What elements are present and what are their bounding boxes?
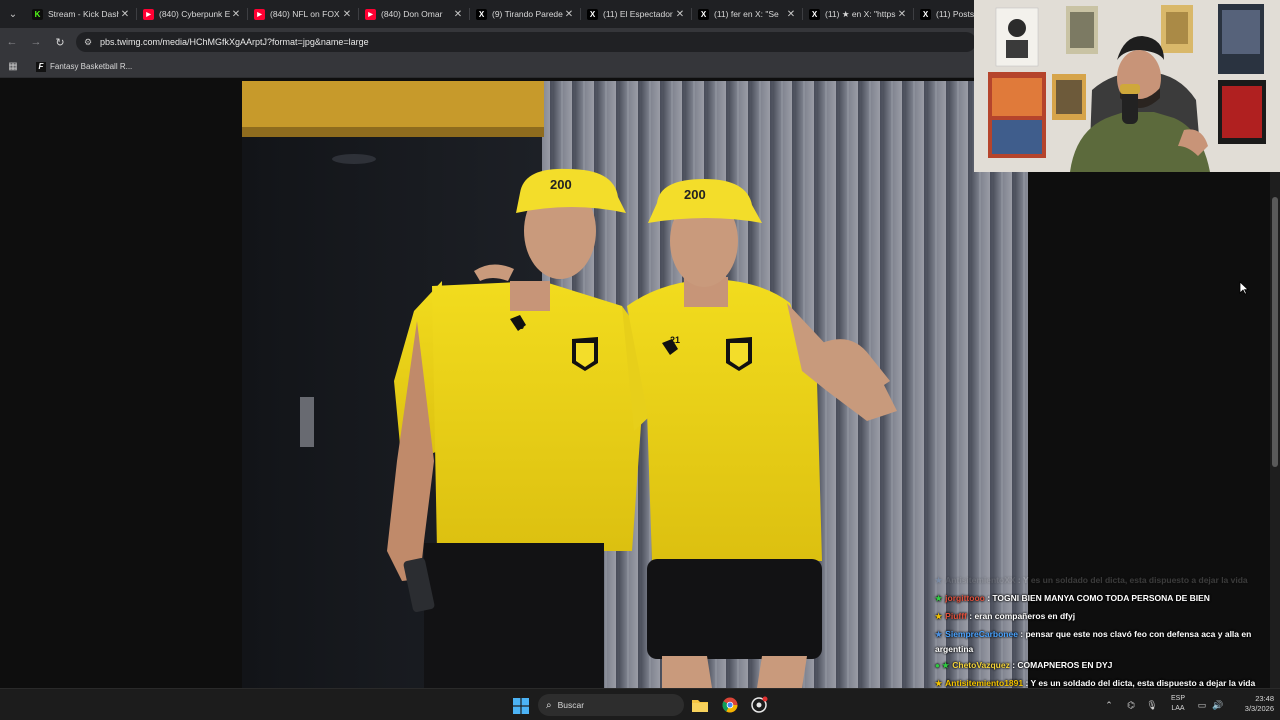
chat-badge-icon: ★ (935, 611, 943, 621)
keyboard-language[interactable]: ESP LAA (1166, 694, 1190, 714)
tab-5[interactable]: X (11) El Espectador ✕ (581, 0, 692, 28)
tab-close-icon[interactable]: ✕ (119, 9, 131, 20)
chat-message: ★ AntisitemientoXX : Y es un soldado del … (935, 575, 1248, 585)
tab-4[interactable]: X (9) Tirando Paredes ✕ (470, 0, 581, 28)
tab-close-icon[interactable]: ✕ (452, 9, 464, 20)
clock-time: 23:48 (1255, 694, 1274, 703)
apps-grid-icon[interactable]: ▦ (0, 56, 26, 78)
chat-message: ★ SiempreCarbonee : pensar que este nos c… (935, 629, 1252, 655)
tab-close-icon[interactable]: ✕ (230, 9, 242, 20)
mouse-cursor-icon (1239, 281, 1249, 295)
tab-title: (9) Tirando Paredes (492, 9, 563, 19)
tab-close-icon[interactable]: ✕ (563, 9, 575, 20)
taskbar-search-box[interactable]: ⌕ Buscar (538, 694, 684, 716)
windows-start-icon[interactable] (513, 698, 529, 714)
tab-3[interactable]: ▶ (840) Don Omar ✕ (359, 0, 470, 28)
tab-search-icon[interactable]: ⌄ (0, 0, 26, 28)
display-icon[interactable]: ▭ (1195, 693, 1209, 717)
tab-title: (840) Don Omar (381, 9, 443, 19)
chat-text: TOGNI BIEN MANYA COMO TODA PERSONA DE BI… (992, 592, 1210, 603)
bookmark-f-icon: F (36, 61, 46, 72)
chat-username: Antisitemiento1891 (945, 678, 1024, 689)
chat-username: ChetoVazquez (952, 660, 1010, 671)
jersey-number-left: 6 (519, 321, 524, 331)
tab-title: (840) Cyberpunk Edgerunners (159, 9, 230, 19)
tab-title: (11) El Espectador (603, 9, 673, 19)
tab-title: (840) NFL on FOX (270, 9, 340, 19)
kick-icon: K (32, 8, 43, 20)
tray-chevron-icon[interactable]: ⌃ (1102, 693, 1116, 717)
network-icon[interactable]: ⌬ (1124, 693, 1138, 717)
webcam-overlay (974, 0, 1280, 172)
tab-close-icon[interactable]: ✕ (341, 9, 353, 20)
volume-icon[interactable]: 🔊 (1211, 693, 1225, 717)
tab-title: Stream - Kick Dash (48, 9, 119, 19)
chat-username: SiempreCarbonee (945, 629, 1018, 640)
bookmark-fantasy-basketball[interactable]: F Fantasy Basketball R... (36, 61, 133, 72)
chat-text: COMAPNEROS EN DYJ (1017, 660, 1113, 671)
tab-title: (11) fer en X: "Se (714, 9, 779, 19)
scrollbar-thumb[interactable] (1272, 197, 1278, 467)
chat-text: Y es un soldado del dicta, esta dispuest… (1030, 678, 1256, 689)
chat-text: eran compañeros en dfyj (974, 610, 1076, 621)
chat-username: jorgittooo (945, 592, 985, 603)
tab-2[interactable]: ▶ (840) NFL on FOX ✕ (248, 0, 359, 28)
tab-7[interactable]: X (11) ★ en X: "https ✕ (803, 0, 914, 28)
photo-image: 200 6 200 21 (242, 81, 1028, 688)
chat-message: ★ jorgittooo : TOGNI BIEN MANYA COMO TODA… (935, 592, 1210, 603)
chat-badge-icon: ★ (935, 576, 943, 585)
hat-print-left: 200 (550, 177, 572, 192)
chat-username: Piufff (945, 610, 967, 621)
address-bar[interactable]: ⚙ pbs.twimg.com/media/HChMGfkXgAArptJ?fo… (76, 32, 976, 52)
chrome-icon[interactable] (720, 695, 740, 715)
x-icon: X (809, 8, 820, 20)
screen: ⌄ K Stream - Kick Dash ✕ ▶ (840) Cyberpunk E… (0, 0, 1280, 720)
youtube-icon: ▶ (365, 8, 376, 20)
chat-badge-icon: ★ (935, 679, 943, 689)
tab-0[interactable]: K Stream - Kick Dash ✕ (26, 0, 137, 28)
forward-icon[interactable]: → (24, 28, 48, 56)
tab-6[interactable]: X (11) fer en X: "Se ✕ (692, 0, 803, 28)
reload-icon[interactable]: ↻ (48, 28, 72, 56)
system-clock[interactable]: 23:48 3/3/2026 (1226, 694, 1274, 714)
chat-badge-icon: ● ★ (935, 661, 950, 671)
url-text: pbs.twimg.com/media/HChMGfkXgAArptJ?form… (100, 37, 369, 47)
chat-text: Y es un soldado del dicta, esta dispuest… (1022, 575, 1248, 585)
youtube-icon: ▶ (254, 8, 265, 20)
microphone-icon[interactable]: 🎙 (1145, 693, 1159, 717)
hat-print-right: 200 (684, 187, 706, 202)
tab-close-icon[interactable]: ✕ (896, 9, 908, 20)
tab-title: (11) ★ en X: "https (825, 8, 896, 19)
chat-message: ★ Piufff : eran compañeros en dfyj (935, 610, 1076, 621)
youtube-icon: ▶ (143, 8, 154, 20)
chat-badge-icon: ★ (935, 593, 943, 603)
chat-badge-icon: ★ (935, 630, 943, 640)
obs-recording-icon[interactable] (749, 695, 769, 715)
x-icon: X (698, 8, 709, 20)
search-icon: ⌕ (546, 699, 552, 711)
x-icon: X (587, 8, 598, 20)
jersey-number-right: 21 (670, 335, 680, 345)
site-info-icon[interactable]: ⚙ (82, 36, 94, 48)
file-explorer-icon[interactable] (690, 695, 710, 715)
search-placeholder: Buscar (557, 700, 585, 710)
lang-code: ESP (1170, 695, 1185, 702)
x-icon: X (920, 8, 931, 20)
tab-close-icon[interactable]: ✕ (785, 9, 797, 20)
chat-message: ● ★ ChetoVazquez : COMAPNEROS EN DYJ (935, 660, 1113, 671)
windows-taskbar: ⌕ Buscar ⌃ ⌬ 🎙 ESP LAA ▭ 🔊 23:48 3/3/202… (0, 688, 1280, 720)
tab-close-icon[interactable]: ✕ (674, 9, 686, 20)
lang-layout: LAA (1171, 705, 1185, 712)
clock-date: 3/3/2026 (1244, 704, 1274, 713)
x-icon: X (476, 8, 487, 20)
bookmark-label: Fantasy Basketball R... (50, 62, 133, 71)
tab-1[interactable]: ▶ (840) Cyberpunk Edgerunners✕ (137, 0, 248, 28)
back-icon[interactable]: ← (0, 28, 24, 56)
chat-username: AntisitemientoXX (945, 575, 1016, 585)
